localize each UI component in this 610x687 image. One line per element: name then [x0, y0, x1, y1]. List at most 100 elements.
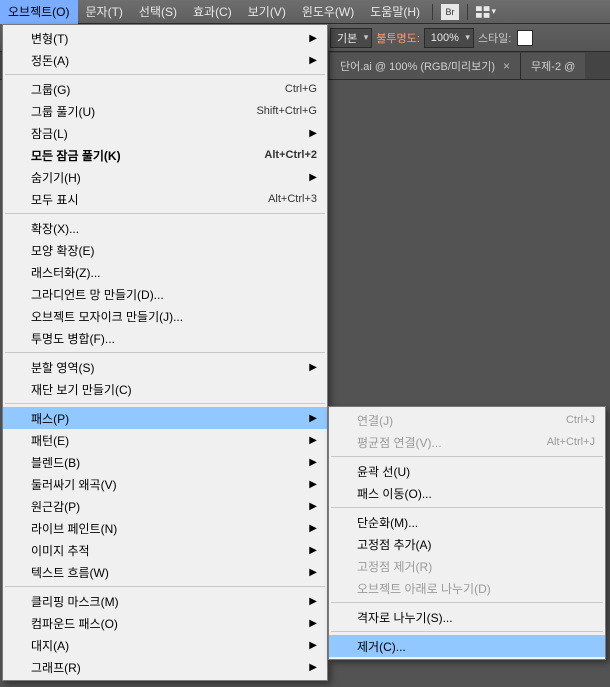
object-menu-item[interactable]: 래스터화(Z)... — [3, 261, 327, 283]
menubar-item-object[interactable]: 오브젝트(O) — [0, 0, 78, 24]
path-submenu-item[interactable]: 고정점 추가(A) — [329, 533, 605, 555]
object-menu-item[interactable]: 분할 영역(S) ▶ — [3, 356, 327, 378]
path-submenu-item[interactable]: 단순화(M)... — [329, 511, 605, 533]
submenu-arrow-icon: ▶ — [309, 435, 317, 446]
object-menu-item[interactable]: 숨기기(H) ▶ — [3, 166, 327, 188]
menu-item-label: 고정점 제거(R) — [357, 558, 595, 575]
object-menu-item[interactable]: 라이브 페인트(N)▶ — [3, 517, 327, 539]
submenu-arrow-icon: ▶ — [309, 413, 317, 424]
menu-item-label: 대지(A) — [31, 637, 299, 654]
submenu-arrow-icon: ▶ — [309, 640, 317, 651]
object-menu-item[interactable]: 원근감(P) ▶ — [3, 495, 327, 517]
submenu-arrow-icon: ▶ — [309, 457, 317, 468]
bridge-icon[interactable]: Br — [441, 4, 459, 20]
object-menu-item[interactable]: 재단 보기 만들기(C) — [3, 378, 327, 400]
object-menu-item[interactable]: 블렌드(B) ▶ — [3, 451, 327, 473]
menu-item-shortcut: Alt+Ctrl+3 — [268, 193, 317, 205]
path-submenu-item[interactable]: 격자로 나누기(S)... — [329, 606, 605, 628]
path-submenu-item: 연결(J) Ctrl+J — [329, 409, 605, 431]
opacity-select[interactable]: 100% — [424, 28, 474, 48]
submenu-arrow-icon: ▶ — [309, 523, 317, 534]
menu-item-label: 원근감(P) — [31, 498, 299, 515]
submenu-arrow-icon: ▶ — [309, 362, 317, 373]
object-menu-item[interactable]: 컴파운드 패스(O)▶ — [3, 612, 327, 634]
menu-item-label: 래스터화(Z)... — [31, 264, 317, 281]
object-menu-item[interactable]: 그룹(G)Ctrl+G — [3, 78, 327, 100]
document-tab[interactable]: 무제-2 @ — [521, 53, 585, 79]
menubar-item-select[interactable]: 선택(S) — [131, 0, 185, 24]
menu-item-label: 그룹 풀기(U) — [31, 103, 236, 120]
menu-item-label: 재단 보기 만들기(C) — [31, 381, 317, 398]
object-menu-item[interactable]: 정돈(A) ▶ — [3, 49, 327, 71]
menu-item-label: 그룹(G) — [31, 81, 265, 98]
submenu-arrow-icon: ▶ — [309, 55, 317, 66]
menu-item-label: 숨기기(H) — [31, 169, 299, 186]
tab-title: 무제-2 @ — [531, 58, 575, 74]
menu-item-label: 패스(P) — [31, 410, 299, 427]
object-menu-item[interactable]: 모두 표시Alt+Ctrl+3 — [3, 188, 327, 210]
menu-item-label: 패스 이동(O)... — [357, 485, 595, 502]
menubar-item-type[interactable]: 문자(T) — [78, 0, 131, 24]
style-label: 스타일: — [478, 30, 511, 46]
menu-item-label: 패턴(E) — [31, 432, 299, 449]
object-menu-item[interactable]: 그룹 풀기(U)Shift+Ctrl+G — [3, 100, 327, 122]
menu-item-label: 정돈(A) — [31, 52, 299, 69]
menu-item-label: 격자로 나누기(S)... — [357, 609, 595, 626]
close-icon[interactable]: × — [503, 59, 510, 73]
submenu-arrow-icon: ▶ — [309, 501, 317, 512]
menu-item-label: 블렌드(B) — [31, 454, 299, 471]
menu-item-label: 변형(T) — [31, 30, 299, 47]
menu-separator — [5, 403, 325, 404]
menu-item-label: 연결(J) — [357, 412, 546, 429]
path-submenu-item[interactable]: 제거(C)... — [329, 635, 605, 657]
object-menu-item[interactable]: 그래프(R) ▶ — [3, 656, 327, 678]
object-menu-item[interactable]: 그라디언트 망 만들기(D)... — [3, 283, 327, 305]
menubar-item-effect[interactable]: 효과(C) — [185, 0, 240, 24]
menubar-item-help[interactable]: 도움말(H) — [362, 0, 428, 24]
submenu-arrow-icon: ▶ — [309, 662, 317, 673]
path-submenu-item[interactable]: 패스 이동(O)... — [329, 482, 605, 504]
menubar-item-window[interactable]: 윈도우(W) — [294, 0, 362, 24]
menu-item-label: 윤곽 선(U) — [357, 463, 595, 480]
object-menu-item[interactable]: 대지(A) ▶ — [3, 634, 327, 656]
object-menu-item[interactable]: 모양 확장(E) — [3, 239, 327, 261]
menu-separator — [331, 456, 603, 457]
arrange-docs-icon[interactable]: ▾ — [476, 4, 496, 20]
menu-item-label: 클리핑 마스크(M) — [31, 593, 299, 610]
menu-separator — [331, 631, 603, 632]
object-menu-item[interactable]: 확장(X)... — [3, 217, 327, 239]
menu-item-label: 오브젝트 아래로 나누기(D) — [357, 580, 595, 597]
menu-item-label: 분할 영역(S) — [31, 359, 299, 376]
object-menu-item[interactable]: 이미지 추적▶ — [3, 539, 327, 561]
menu-item-label: 모양 확장(E) — [31, 242, 317, 259]
submenu-arrow-icon: ▶ — [309, 618, 317, 629]
menu-item-label: 그래프(R) — [31, 659, 299, 676]
menu-item-shortcut: Ctrl+J — [566, 414, 595, 426]
object-menu-item[interactable]: 잠금(L) ▶ — [3, 122, 327, 144]
menu-item-label: 평균점 연결(V)... — [357, 434, 527, 451]
object-menu-item[interactable]: 텍스트 흐름(W) ▶ — [3, 561, 327, 583]
style-swatch[interactable] — [517, 30, 533, 46]
menu-item-label: 그라디언트 망 만들기(D)... — [31, 286, 317, 303]
object-menu-item[interactable]: 패턴(E) ▶ — [3, 429, 327, 451]
menubar-separator — [467, 4, 468, 20]
object-menu-item[interactable]: 변형(T)▶ — [3, 27, 327, 49]
object-menu-item[interactable]: 둘러싸기 왜곡(V)▶ — [3, 473, 327, 495]
menu-item-label: 텍스트 흐름(W) — [31, 564, 299, 581]
object-menu-item[interactable]: 클리핑 마스크(M)▶ — [3, 590, 327, 612]
menu-separator — [331, 507, 603, 508]
menu-separator — [5, 352, 325, 353]
object-menu-item[interactable]: 모든 잠금 풀기(K)Alt+Ctrl+2 — [3, 144, 327, 166]
submenu-arrow-icon: ▶ — [309, 567, 317, 578]
object-menu-item[interactable]: 투명도 병합(F)... — [3, 327, 327, 349]
menubar-item-view[interactable]: 보기(V) — [240, 0, 294, 24]
document-tab[interactable]: 단어.ai @ 100% (RGB/미리보기) × — [330, 53, 521, 79]
path-submenu-dropdown: 연결(J)Ctrl+J평균점 연결(V)...Alt+Ctrl+J윤곽 선(U)… — [328, 406, 606, 660]
object-menu-item[interactable]: 패스(P) ▶ — [3, 407, 327, 429]
object-menu-item[interactable]: 오브젝트 모자이크 만들기(J)... — [3, 305, 327, 327]
path-submenu-item[interactable]: 윤곽 선(U) — [329, 460, 605, 482]
submenu-arrow-icon: ▶ — [309, 128, 317, 139]
brush-preset-select[interactable]: 기본 — [330, 28, 372, 48]
submenu-arrow-icon: ▶ — [309, 172, 317, 183]
menu-item-label: 잠금(L) — [31, 125, 299, 142]
